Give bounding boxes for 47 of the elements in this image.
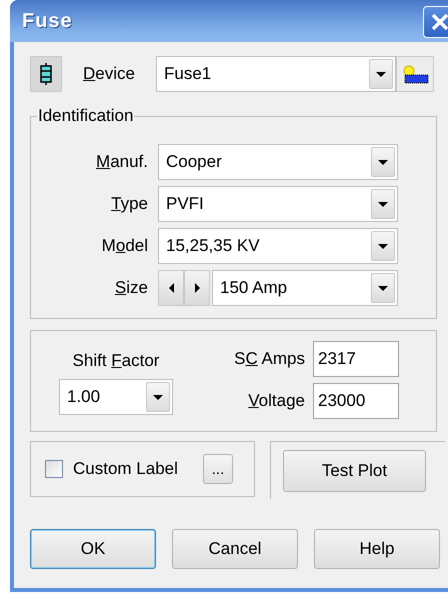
- next-button[interactable]: [184, 270, 210, 306]
- image-button[interactable]: [396, 56, 434, 92]
- caret-down-icon: [378, 202, 388, 206]
- field-dropdown[interactable]: Cooper: [158, 144, 398, 180]
- field-label: Model: [100, 236, 148, 256]
- voltage-field[interactable]: 23000: [313, 383, 399, 419]
- fuse-icon: [40, 63, 52, 85]
- field-label: Type: [110, 194, 148, 214]
- field-label: Size: [114, 278, 148, 298]
- group-title: Identification: [37, 106, 134, 126]
- dropdown-button[interactable]: [369, 59, 393, 89]
- field-dropdown[interactable]: PVFI: [158, 186, 398, 222]
- caret-down-icon: [378, 244, 388, 248]
- voltage-label: Voltage: [247, 391, 305, 411]
- size-dropdown[interactable]: 150 Amp: [212, 270, 398, 306]
- checkbox[interactable]: [45, 460, 63, 478]
- dialog-button[interactable]: OK: [30, 529, 156, 569]
- dialog-button[interactable]: Cancel: [172, 529, 298, 569]
- device-label: Device: [82, 64, 136, 84]
- caret-down-icon: [378, 160, 388, 164]
- sc-amps-field[interactable]: 2317: [313, 341, 399, 377]
- shift-factor-label: Shift Factor: [72, 351, 160, 371]
- close-button[interactable]: [423, 6, 448, 38]
- dropdown-button[interactable]: [146, 382, 170, 412]
- device-dropdown[interactable]: Fuse1: [156, 56, 396, 92]
- close-icon: [431, 13, 448, 31]
- test-plot-button[interactable]: Test Plot: [283, 450, 426, 492]
- dialog-button[interactable]: Help: [314, 529, 440, 569]
- caret-down-icon: [378, 286, 388, 290]
- window-title: Fuse: [22, 10, 73, 32]
- custom-label-text: Custom Label: [73, 459, 179, 479]
- dropdown-button[interactable]: [371, 231, 395, 261]
- dropdown-button[interactable]: [371, 189, 395, 219]
- more-button[interactable]: ...: [203, 454, 233, 484]
- dropdown-button[interactable]: [371, 273, 395, 303]
- dropdown-button[interactable]: [371, 147, 395, 177]
- caret-down-icon: [376, 72, 386, 76]
- field-label: Manuf.: [95, 152, 148, 172]
- caret-down-icon: [153, 394, 163, 400]
- previous-button[interactable]: [158, 270, 184, 306]
- fuse-icon-button[interactable]: [30, 56, 62, 92]
- sun-landscape-icon: [401, 64, 429, 84]
- field-dropdown[interactable]: 15,25,35 KV: [158, 228, 398, 264]
- caret-right-icon: [194, 283, 200, 293]
- shift-factor-dropdown[interactable]: 1.00: [59, 379, 173, 415]
- caret-left-icon: [168, 283, 174, 293]
- sc-amps-label: SC Amps: [233, 349, 305, 369]
